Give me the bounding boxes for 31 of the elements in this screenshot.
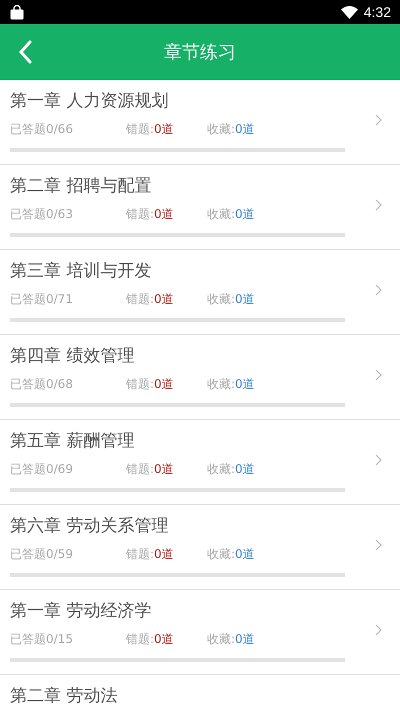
answered-count: 已答题0/15 bbox=[10, 631, 74, 647]
chapter-title: 第三章 培训与开发 bbox=[10, 260, 152, 282]
answered-count: 已答题0/71 bbox=[10, 291, 74, 307]
favorite-count: 收藏:0道 bbox=[207, 546, 255, 562]
favorite-count: 收藏:0道 bbox=[207, 291, 255, 307]
wrong-count: 错题:0道 bbox=[126, 291, 175, 307]
favorite-count: 收藏:0道 bbox=[207, 376, 255, 392]
favorite-count: 收藏:0道 bbox=[207, 206, 255, 222]
chapter-title: 第五章 薪酬管理 bbox=[10, 430, 134, 452]
favorite-count: 收藏:0道 bbox=[207, 121, 255, 137]
answered-count: 已答题0/66 bbox=[10, 121, 74, 137]
answered-count: 已答题0/68 bbox=[10, 376, 74, 392]
chapter-title: 第一章 人力资源规划 bbox=[10, 90, 168, 112]
wrong-count: 错题:0道 bbox=[126, 546, 175, 562]
wrong-count: 错题:0道 bbox=[126, 376, 175, 392]
chapter-title: 第一章 劳动经济学 bbox=[10, 600, 152, 622]
wrong-count: 错题:0道 bbox=[126, 121, 175, 137]
chapter-title: 第二章 劳动法 bbox=[10, 685, 118, 707]
clock-time: 4:32 bbox=[364, 4, 391, 20]
wrong-count: 错题:0道 bbox=[126, 631, 175, 647]
wrong-count: 错题:0道 bbox=[126, 461, 175, 477]
answered-count: 已答题0/59 bbox=[10, 546, 74, 562]
page-title: 章节练习 bbox=[164, 41, 236, 64]
wrong-count: 错题:0道 bbox=[126, 206, 175, 222]
chapter-title: 第二章 招聘与配置 bbox=[10, 175, 152, 197]
answered-count: 已答题0/69 bbox=[10, 461, 74, 477]
answered-count: 已答题0/63 bbox=[10, 206, 74, 222]
favorite-count: 收藏:0道 bbox=[207, 631, 255, 647]
chapter-title: 第六章 劳动关系管理 bbox=[10, 515, 168, 537]
chapter-title: 第四章 绩效管理 bbox=[10, 345, 134, 367]
favorite-count: 收藏:0道 bbox=[207, 461, 255, 477]
